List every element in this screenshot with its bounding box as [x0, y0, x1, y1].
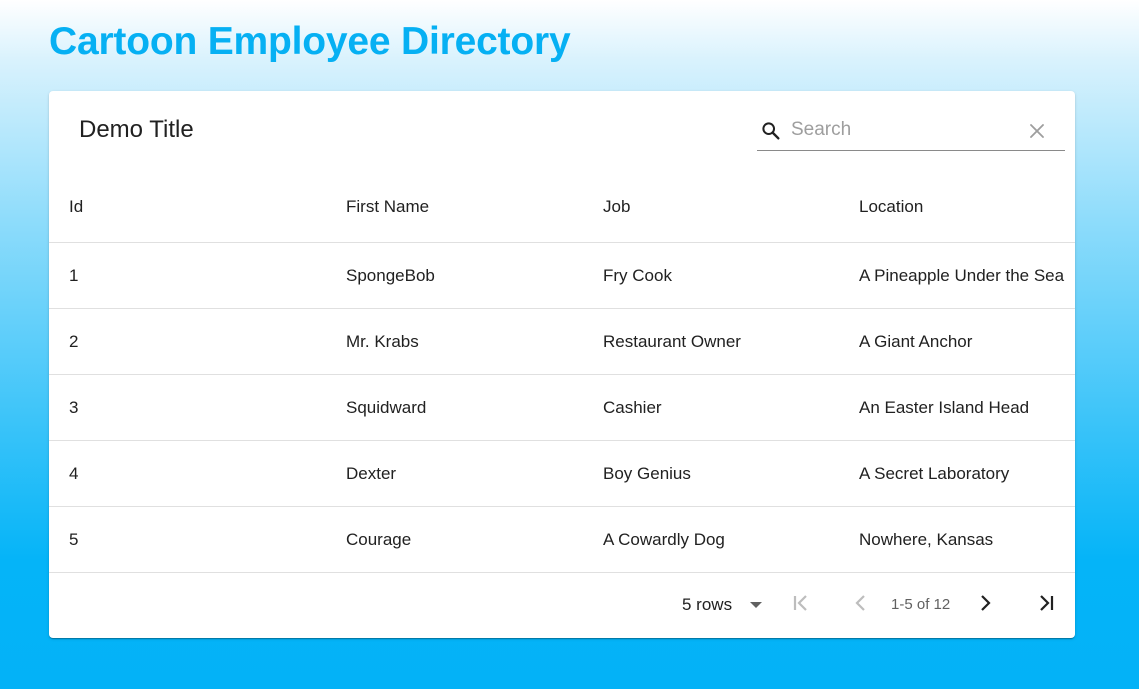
table-pagination: 5 rows 1-5 of 12	[49, 573, 1075, 638]
search-icon	[762, 122, 780, 140]
table-row[interactable]: 1 SpongeBob Fry Cook A Pineapple Under t…	[49, 242, 1075, 309]
cell-first-name: Courage	[346, 506, 603, 573]
cell-location: An Easter Island Head	[859, 374, 1075, 441]
cell-id: 1	[49, 242, 346, 309]
chevron-right-icon[interactable]	[973, 591, 997, 615]
table-row[interactable]: 3 Squidward Cashier An Easter Island Hea…	[49, 374, 1075, 441]
table-row[interactable]: 4 Dexter Boy Genius A Secret Laboratory	[49, 440, 1075, 507]
employee-table: Id First Name Job Location 1 SpongeBob F…	[49, 171, 1075, 573]
column-header-location[interactable]: Location	[859, 171, 1075, 243]
table-toolbar: Demo Title	[49, 91, 1075, 171]
page-title: Cartoon Employee Directory	[49, 20, 571, 63]
cell-first-name: Dexter	[346, 440, 603, 507]
table-row[interactable]: 2 Mr. Krabs Restaurant Owner A Giant Anc…	[49, 308, 1075, 375]
rows-per-page-label: 5 rows	[682, 595, 733, 614]
cell-location: Nowhere, Kansas	[859, 506, 1075, 573]
column-header-job[interactable]: Job	[603, 171, 859, 243]
cell-job: Boy Genius	[603, 440, 859, 507]
cell-job: Cashier	[603, 374, 859, 441]
cell-first-name: Squidward	[346, 374, 603, 441]
cell-location: A Giant Anchor	[859, 308, 1075, 375]
header-row: Id First Name Job Location	[49, 171, 1075, 243]
cell-id: 3	[49, 374, 346, 441]
search-field[interactable]	[757, 113, 1065, 151]
employee-table-card: Demo Title Id First Name Job Location	[49, 91, 1075, 638]
search-input[interactable]	[791, 117, 1021, 143]
table-title: Demo Title	[79, 116, 194, 143]
table-header: Id First Name Job Location	[49, 171, 1075, 243]
column-header-first-name[interactable]: First Name	[346, 171, 603, 243]
cell-first-name: SpongeBob	[346, 242, 603, 309]
rows-per-page-select[interactable]: 5 rows	[682, 593, 732, 617]
table-row[interactable]: 5 Courage A Cowardly Dog Nowhere, Kansas	[49, 506, 1075, 573]
cell-first-name: Mr. Krabs	[346, 308, 603, 375]
first-page-icon[interactable]	[789, 591, 813, 615]
page-info: 1-5 of 12	[891, 596, 951, 613]
column-header-id[interactable]: Id	[49, 171, 346, 243]
cell-location: A Secret Laboratory	[859, 440, 1075, 507]
last-page-icon[interactable]	[1034, 591, 1058, 615]
table-body: 1 SpongeBob Fry Cook A Pineapple Under t…	[49, 242, 1075, 573]
cell-id: 4	[49, 440, 346, 507]
close-icon[interactable]	[1027, 121, 1047, 141]
chevron-left-icon[interactable]	[849, 591, 873, 615]
cell-id: 5	[49, 506, 346, 573]
cell-job: Restaurant Owner	[603, 308, 859, 375]
cell-id: 2	[49, 308, 346, 375]
cell-job: Fry Cook	[603, 242, 859, 309]
arrow-drop-down-icon[interactable]	[749, 600, 763, 610]
cell-job: A Cowardly Dog	[603, 506, 859, 573]
cell-location: A Pineapple Under the Sea	[859, 242, 1075, 309]
